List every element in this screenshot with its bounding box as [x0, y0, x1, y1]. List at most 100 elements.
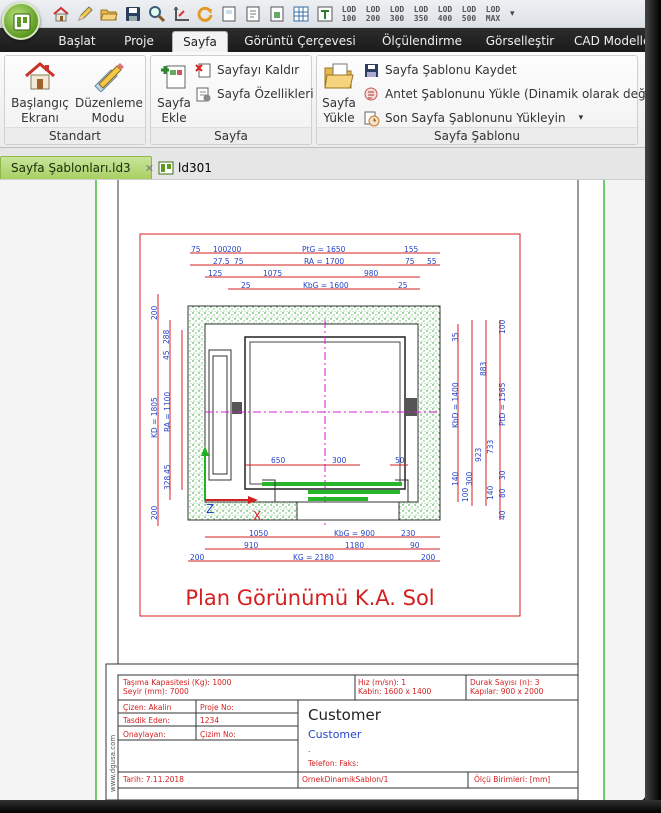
drawing-sheet: Z X 75 100 200 PtG = 1650 155 27.5 75 RA…	[95, 180, 605, 800]
quick-access-toolbar: LOD 100 LOD 200 LOD 300 LOD 350 LOD 400 LOD 50…	[0, 0, 645, 28]
z-axis-label: Z	[206, 502, 214, 516]
add-page-label-1: Sayfa	[157, 96, 191, 110]
edit-page-icon[interactable]	[242, 3, 264, 25]
counterweight-inner	[212, 355, 228, 475]
app-logo-icon	[13, 13, 31, 31]
page-properties-button[interactable]: Sayfa Özellikleri	[195, 84, 314, 104]
open-folder-icon[interactable]	[98, 3, 120, 25]
tab-baslat[interactable]: Başlat	[48, 31, 106, 52]
home-icon[interactable]	[50, 3, 72, 25]
lod-400-button[interactable]: LOD 400	[434, 3, 456, 25]
tab-olculendirme[interactable]: Ölçülendirme	[372, 31, 472, 52]
dim-label: 75	[405, 257, 415, 266]
drawing-no-label: Çizim No:	[200, 730, 236, 739]
doc-tab-label: Sayfa Şablonları.ld3	[11, 161, 131, 175]
dim-label: 300	[465, 471, 474, 486]
lod-max-button[interactable]: LOD MAX	[482, 3, 504, 25]
tab-gorsellestir[interactable]: Görselleştir	[478, 31, 562, 52]
project-no-value: 1234	[200, 716, 219, 725]
doc-tab-ld301[interactable]: ld301	[152, 156, 218, 179]
dim-label: PtG = 1650	[302, 245, 346, 254]
add-page-button[interactable]: Sayfa Ekle	[153, 60, 195, 126]
dim-label: 140	[451, 471, 460, 486]
search-icon[interactable]	[146, 3, 168, 25]
home-screen-label-1: Başlangıç	[11, 96, 69, 110]
load-last-template-button[interactable]: Son Sayfa Şablonunu Yükleyin ▾	[363, 108, 583, 128]
pencil-icon[interactable]	[74, 3, 96, 25]
drawing-canvas[interactable]: Z X 75 100 200 PtG = 1650 155 27.5 75 RA…	[0, 180, 645, 800]
document-tabs: Sayfa Şablonları.ld3 ✕ ld301	[0, 150, 645, 180]
save-page-template-button[interactable]: Sayfa Şablonu Kaydet	[363, 60, 517, 80]
dim-label: 230	[401, 529, 416, 538]
chevron-down-icon[interactable]: ▾	[579, 113, 584, 123]
dim-label: 75	[191, 245, 201, 254]
ribbon-group-sayfa-sablonu: Sayfa Yükle Sayfa Şablonu Kaydet Antet Ş…	[316, 55, 645, 145]
units-text: Ölçü Birimleri: [mm]	[474, 775, 550, 784]
load-page-label-1: Sayfa	[322, 96, 356, 110]
lod-500-button[interactable]: LOD 500	[458, 3, 480, 25]
dim-label: 35	[451, 332, 460, 342]
tab-cad-modelleme[interactable]: CAD Modelleme	[574, 31, 645, 52]
page-icon[interactable]	[218, 3, 240, 25]
dim-label: 45	[163, 464, 172, 474]
dim-label: 125	[208, 269, 223, 278]
load-page-button[interactable]: Sayfa Yükle	[319, 60, 359, 126]
remove-page-button[interactable]: Sayfayı Kaldır	[195, 60, 299, 80]
speed-text: Hız (m/sn): 1	[358, 678, 406, 687]
separator-dot: .	[308, 745, 310, 754]
lod-200-button[interactable]: LOD 200	[362, 3, 384, 25]
stops-text: Durak Sayısı (n): 3	[470, 678, 540, 687]
lod-350-button[interactable]: LOD 350	[410, 3, 432, 25]
home-icon	[25, 62, 55, 90]
load-title-block-label: Antet Şablonunu Yükle (Dinamik olarak de…	[385, 87, 645, 101]
tab-sayfa[interactable]: Sayfa	[172, 31, 228, 52]
tab-goruntu-cercevesi[interactable]: Görüntü Çerçevesi	[240, 31, 360, 52]
lod-300-button[interactable]: LOD 300	[386, 3, 408, 25]
ribbon-group-sayfa: Sayfa Ekle Sayfayı Kaldır Sayfa Özellikl…	[150, 55, 314, 145]
dim-label: 733	[486, 439, 495, 454]
tab-proje[interactable]: Proje	[112, 31, 166, 52]
dim-label: 25	[398, 281, 408, 290]
dim-label: KbG = 900	[334, 529, 375, 538]
dim-label: 155	[404, 245, 419, 254]
title-block-icon	[364, 87, 378, 100]
edit-mode-button[interactable]: Düzenleme Modu	[75, 60, 143, 126]
dim-label: 25	[241, 281, 251, 290]
chevron-down-icon[interactable]: ▾	[510, 9, 515, 19]
add-page-icon	[161, 65, 186, 89]
home-screen-button[interactable]: Başlangıç Ekranı	[9, 60, 71, 126]
dim-label: 55	[427, 257, 437, 266]
save-icon[interactable]	[122, 3, 144, 25]
dim-label: 883	[479, 361, 488, 376]
dim-label: 1050	[249, 529, 268, 538]
ribbon-tabs: Başlat Proje Sayfa Görüntü Çerçevesi Ölç…	[0, 28, 645, 52]
application-menu-button[interactable]	[2, 2, 40, 40]
coordinate-icon[interactable]	[170, 3, 192, 25]
dim-label: RA = 1700	[304, 257, 344, 266]
doc-tab-sayfa-sablonlari[interactable]: Sayfa Şablonları.ld3 ✕	[0, 156, 154, 179]
dim-label: 140	[486, 485, 495, 500]
dim-label: 27.5	[213, 257, 230, 266]
remove-page-label: Sayfayı Kaldır	[217, 63, 300, 77]
door-opening	[296, 501, 400, 521]
dim-label: 980	[364, 269, 379, 278]
text-icon[interactable]	[314, 3, 336, 25]
dim-label: 200	[150, 305, 159, 320]
doc-tab-label: ld301	[178, 160, 212, 175]
doors-text: Kapılar: 900 x 2000	[470, 687, 544, 696]
door-panel-2	[308, 490, 400, 494]
insert-icon[interactable]	[266, 3, 288, 25]
dim-label: 100	[213, 245, 228, 254]
edit-mode-label-2: Modu	[91, 111, 125, 125]
lod-100-button[interactable]: LOD 100	[338, 3, 360, 25]
website-text: www.dgusa.com	[109, 735, 117, 792]
dim-label: 650	[271, 456, 286, 465]
refresh-icon[interactable]	[194, 3, 216, 25]
load-page-label-2: Yükle	[323, 111, 355, 125]
phone-text: Telefon: Faks:	[307, 759, 359, 768]
rail-right	[405, 398, 417, 416]
columns-icon[interactable]	[290, 3, 312, 25]
window-shadow-bottom	[0, 800, 661, 813]
load-title-block-button[interactable]: Antet Şablonunu Yükle (Dinamik olarak de…	[363, 84, 645, 104]
dim-label: KbD = 1400	[451, 382, 460, 428]
